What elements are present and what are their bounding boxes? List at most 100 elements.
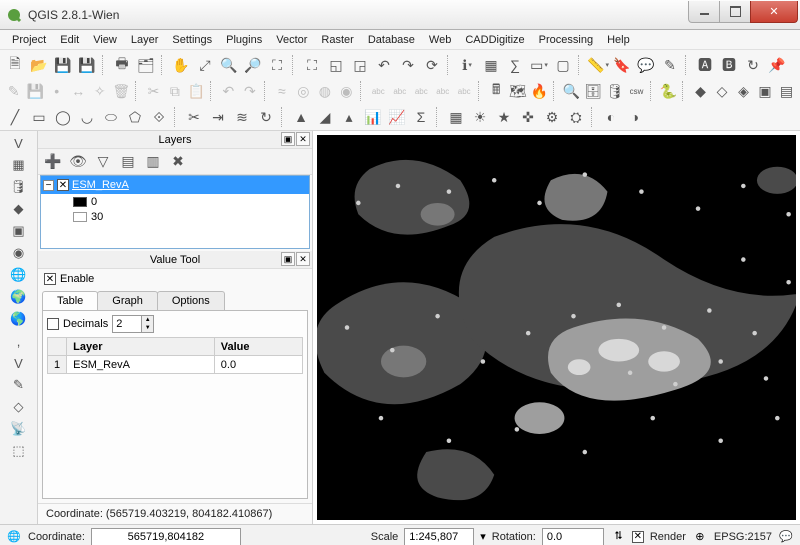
menu-help[interactable]: Help (601, 32, 636, 48)
maximize-button[interactable] (719, 1, 751, 23)
cad-arc-icon[interactable]: ◡ (76, 106, 98, 128)
add-wfs-icon[interactable]: 🌎 (9, 309, 29, 329)
stats5-icon[interactable]: 📈 (386, 106, 408, 128)
zoom-next-icon[interactable]: ↷ (397, 54, 419, 76)
tab-table[interactable]: Table (42, 291, 98, 310)
save-edits-icon[interactable]: 💾 (25, 80, 44, 102)
close-button[interactable] (750, 1, 798, 23)
db-icon[interactable]: 🛢 (605, 80, 625, 102)
menu-vector[interactable]: Vector (270, 32, 313, 48)
menu-caddigitize[interactable]: CADDigitize (459, 32, 530, 48)
refresh-icon[interactable]: ⟳ (421, 54, 443, 76)
add-group-icon[interactable]: ➕ (42, 151, 64, 173)
gps-icon[interactable]: 📡 (9, 419, 29, 439)
cad-rotate-icon[interactable]: ↻ (255, 106, 277, 128)
undo-icon[interactable]: ↶ (219, 80, 238, 102)
labels-icon[interactable]: 🅰 (694, 54, 716, 76)
menu-database[interactable]: Database (362, 32, 421, 48)
sun-icon[interactable]: ☀ (469, 106, 491, 128)
new-shp-icon[interactable]: ✎ (9, 375, 29, 395)
tab-graph[interactable]: Graph (97, 291, 158, 310)
stats6-icon[interactable]: Σ (410, 106, 432, 128)
messages-icon[interactable]: 💬 (778, 529, 794, 545)
add-vector-icon[interactable]: V (9, 133, 29, 153)
add-oracle-icon[interactable]: ◉ (9, 243, 29, 263)
metasearch-icon[interactable]: 🔍 (562, 80, 581, 102)
layer-item-esm-reva[interactable]: − ✕ ESM_RevA (41, 176, 309, 194)
column-value[interactable]: Value (214, 338, 302, 356)
heatmap-icon[interactable]: 🔥 (530, 80, 549, 102)
field-calc-icon[interactable]: ∑ (504, 54, 526, 76)
cad-rect-icon[interactable]: ▭ (28, 106, 50, 128)
plugin3-icon[interactable]: ◈ (734, 80, 753, 102)
zoom-out-icon[interactable]: 🔎 (242, 54, 264, 76)
add-csv-icon[interactable]: , (9, 331, 29, 351)
plugin1-icon[interactable]: ◆ (691, 80, 710, 102)
layers-tree[interactable]: − ✕ ESM_RevA 0 30 (40, 175, 310, 249)
label-rotate-icon[interactable]: ↻ (742, 54, 764, 76)
valuetool-close-icon[interactable]: ✕ (296, 252, 310, 266)
label-pin-icon[interactable]: 📌 (766, 54, 788, 76)
menu-raster[interactable]: Raster (315, 32, 359, 48)
layer-visibility-checkbox[interactable]: ✕ (57, 179, 69, 191)
collapse-icon[interactable]: − (43, 180, 54, 191)
db-manager-icon[interactable]: 🗄 (583, 80, 603, 102)
decimals-spinbox[interactable]: ▲▼ (112, 315, 154, 333)
save-as-icon[interactable]: 💾 (76, 54, 98, 76)
move-feature-icon[interactable]: ↔ (68, 80, 87, 102)
manage-visibility-icon[interactable]: 👁 (67, 151, 89, 173)
cog-icon[interactable]: ⚙ (541, 106, 563, 128)
stats2-icon[interactable]: ◢ (314, 106, 336, 128)
abc1-icon[interactable]: abc (369, 80, 388, 102)
georef-icon[interactable]: 🗺 (508, 80, 528, 102)
cad-trim-icon[interactable]: ✂ (183, 106, 205, 128)
plugin4-icon[interactable]: ▣ (755, 80, 774, 102)
label-move-icon[interactable]: 🅱 (718, 54, 740, 76)
add-raster-icon[interactable]: ▦ (9, 155, 29, 175)
cad-extend-icon[interactable]: ⇥ (207, 106, 229, 128)
rotation-input[interactable] (542, 528, 604, 545)
add-feature-icon[interactable]: • (47, 80, 66, 102)
menu-edit[interactable]: Edit (54, 32, 85, 48)
add-postgis-icon[interactable]: 🛢 (9, 177, 29, 197)
plugin-valuetool-icon[interactable]: ⬚ (9, 441, 29, 461)
map-canvas[interactable] (317, 135, 796, 520)
compass-icon[interactable]: ✜ (517, 106, 539, 128)
raster-calc-icon[interactable]: 🖩 (486, 80, 505, 102)
add-spatialite-icon[interactable]: ◆ (9, 199, 29, 219)
stats3-icon[interactable]: ▴ (338, 106, 360, 128)
node-tool-icon[interactable]: ✧ (90, 80, 109, 102)
tips-icon[interactable]: 💬 (635, 54, 657, 76)
menu-project[interactable]: Project (6, 32, 52, 48)
pan-to-selection-icon[interactable]: ⤢ (194, 54, 216, 76)
select-icon[interactable]: ▭ (528, 54, 550, 76)
zoom-full-icon[interactable]: ⛶ (301, 54, 323, 76)
remove-layer-icon[interactable]: ✖ (167, 151, 189, 173)
abc5-icon[interactable]: abc (455, 80, 474, 102)
menu-settings[interactable]: Settings (166, 32, 218, 48)
spin-up-icon[interactable]: ▲ (141, 316, 153, 324)
plugin2-icon[interactable]: ◇ (712, 80, 731, 102)
zoom-in-icon[interactable]: 🔍 (218, 54, 240, 76)
new-project-icon[interactable]: 🗎 (4, 54, 26, 76)
column-layer[interactable]: Layer (67, 338, 215, 356)
toggle-extents-icon[interactable]: 🌐 (6, 529, 22, 545)
enable-checkbox[interactable]: ✕ (44, 273, 56, 285)
redo-icon[interactable]: ↷ (240, 80, 259, 102)
add-ring-icon[interactable]: ◎ (294, 80, 313, 102)
menu-view[interactable]: View (87, 32, 123, 48)
composer-icon[interactable]: 🖶 (111, 54, 133, 76)
menu-plugins[interactable]: Plugins (220, 32, 268, 48)
cad-ellipse-icon[interactable]: ⬭ (100, 106, 122, 128)
abc2-icon[interactable]: abc (390, 80, 409, 102)
stats4-icon[interactable]: 📊 (362, 106, 384, 128)
table-row[interactable]: 1 ESM_RevA 0.0 (48, 356, 303, 374)
minimize-button[interactable] (688, 1, 720, 23)
filter-legend-icon[interactable]: ▽ (92, 151, 114, 173)
stats1-icon[interactable]: ▲ (290, 106, 312, 128)
expand-all-icon[interactable]: ▤ (117, 151, 139, 173)
crs-label[interactable]: EPSG:2157 (714, 531, 772, 543)
zoom-native-icon[interactable]: ⛶ (266, 54, 288, 76)
misc2-icon[interactable]: ◑ (624, 106, 646, 128)
delete-icon[interactable]: 🗑 (111, 80, 131, 102)
